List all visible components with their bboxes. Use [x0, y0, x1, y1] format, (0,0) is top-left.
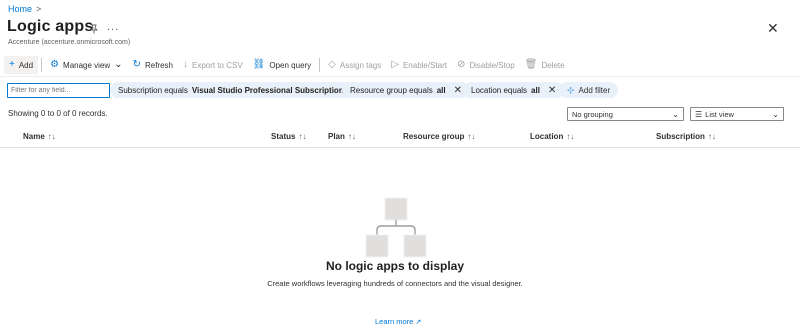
table-header: Name ↑↓ Status ↑↓ Plan ↑↓ Resource group… [0, 130, 800, 146]
column-label: Location [530, 132, 564, 141]
add-label: Add [18, 60, 34, 70]
column-header-name[interactable]: Name ↑↓ [23, 132, 56, 141]
close-icon: ✕ [767, 20, 779, 36]
grouping-selected: No grouping [572, 109, 613, 119]
chevron-down-icon: ⌄ [114, 59, 123, 70]
download-icon: ↓ [182, 59, 188, 70]
delete-label: Delete [541, 60, 565, 70]
toolbar-divider [41, 58, 43, 72]
location-filter-prefix: Location equals [471, 85, 528, 95]
command-bar: + Add ⚙ Manage view ⌄ ↻ Refresh ↓ Export… [4, 56, 570, 74]
open-query-label: Open query [269, 60, 312, 70]
sort-icon: ↑↓ [47, 132, 56, 141]
learn-more-link[interactable]: Learn more ↗ [375, 317, 421, 326]
page-subtitle: Accenture (accenture.onmicrosoft.com) [8, 39, 131, 46]
enable-start-button[interactable]: ▷ Enable/Start [386, 56, 452, 74]
assign-tags-button[interactable]: ◇ Assign tags [323, 56, 386, 74]
subscription-filter-prefix: Subscription equals [118, 85, 188, 95]
gear-icon: ⚙ [50, 59, 60, 70]
column-label: Resource group [403, 132, 465, 141]
add-filter-label: Add filter [578, 85, 611, 95]
refresh-icon: ↻ [132, 59, 141, 70]
resource-group-filter-prefix: Resource group equals [350, 85, 433, 95]
column-label: Subscription [656, 132, 705, 141]
empty-state-title: No logic apps to display [325, 259, 465, 273]
plus-icon: + [9, 59, 15, 70]
sort-icon: ↑↓ [298, 132, 307, 141]
open-query-button[interactable]: ⛓ Open query [248, 56, 317, 74]
view-selected: List view [705, 109, 734, 119]
location-filter-value: all [531, 85, 540, 95]
enable-start-label: Enable/Start [402, 60, 447, 70]
refresh-label: Refresh [144, 60, 173, 70]
page-title: Logic apps [7, 18, 94, 35]
sort-icon: ↑↓ [707, 132, 716, 141]
learn-more-label: Learn more [375, 317, 414, 326]
pin-icon[interactable] [89, 24, 99, 37]
refresh-button[interactable]: ↻ Refresh [128, 56, 178, 74]
stop-icon: ⊘ [456, 59, 466, 70]
close-button[interactable]: ✕ [767, 20, 779, 37]
external-link-icon: ↗ [415, 318, 422, 326]
column-label: Plan [328, 132, 345, 141]
remove-filter-icon[interactable]: ✕ [548, 85, 556, 96]
breadcrumb-home-link[interactable]: Home [8, 4, 32, 14]
resource-group-filter-pill[interactable]: Resource group equals all ✕ [342, 82, 471, 98]
trash-icon: 🗑︎ [524, 59, 538, 70]
more-options-button[interactable]: ... [107, 21, 119, 33]
add-filter-icon: ⊹ [567, 84, 575, 95]
disable-stop-label: Disable/Stop [469, 60, 515, 70]
column-header-subscription[interactable]: Subscription ↑↓ [656, 132, 716, 141]
toolbar-divider [319, 58, 321, 72]
manage-view-button[interactable]: ⚙ Manage view ⌄ [45, 56, 128, 74]
sort-icon: ↑↓ [566, 132, 575, 141]
column-header-location[interactable]: Location ↑↓ [530, 132, 574, 141]
location-filter-pill[interactable]: Location equals all ✕ [463, 82, 565, 98]
add-filter-button[interactable]: ⊹ Add filter [559, 82, 619, 98]
empty-state-description: Create workflows leveraging hundreds of … [267, 279, 523, 288]
export-csv-button[interactable]: ↓ Export to CSV [178, 56, 248, 74]
export-csv-label: Export to CSV [191, 60, 243, 70]
logic-app-illustration-icon [365, 197, 427, 264]
manage-view-label: Manage view [63, 60, 111, 70]
column-label: Name [23, 132, 45, 141]
list-icon: ☰ [695, 109, 703, 119]
subscription-filter-value: Visual Studio Professional Subscription [191, 85, 344, 95]
table-header-divider [0, 147, 800, 148]
chevron-down-icon: ⌄ [672, 109, 679, 119]
query-icon: ⛓ [252, 59, 266, 70]
delete-button[interactable]: 🗑︎ Delete [520, 56, 570, 74]
disable-stop-button[interactable]: ⊘ Disable/Stop [452, 56, 520, 74]
sort-icon: ↑↓ [347, 132, 356, 141]
add-button[interactable]: + Add [4, 56, 39, 74]
tag-icon: ◇ [328, 59, 336, 70]
records-count: Showing 0 to 0 of 0 records. [8, 109, 108, 118]
sort-icon: ↑↓ [467, 132, 476, 141]
resource-group-filter-value: all [436, 85, 446, 95]
filter-input[interactable] [7, 83, 110, 98]
breadcrumb: Home > [8, 4, 41, 14]
column-header-plan[interactable]: Plan ↑↓ [328, 132, 356, 141]
column-header-resource-group[interactable]: Resource group ↑↓ [403, 132, 475, 141]
toolbar-divider-line [0, 76, 800, 77]
subscription-filter-pill[interactable]: Subscription equals Visual Studio Profes… [110, 82, 352, 98]
assign-tags-label: Assign tags [339, 60, 382, 70]
view-selected-wrap: ☰ List view [695, 110, 734, 119]
view-dropdown[interactable]: ☰ List view ⌄ [690, 107, 784, 121]
remove-filter-icon[interactable]: ✕ [454, 85, 462, 96]
chevron-down-icon: ⌄ [772, 109, 779, 119]
breadcrumb-separator: > [36, 4, 42, 14]
play-icon: ▷ [391, 59, 399, 70]
grouping-dropdown[interactable]: No grouping ⌄ [567, 107, 684, 121]
column-label: Status [271, 132, 296, 141]
column-header-status[interactable]: Status ↑↓ [271, 132, 306, 141]
